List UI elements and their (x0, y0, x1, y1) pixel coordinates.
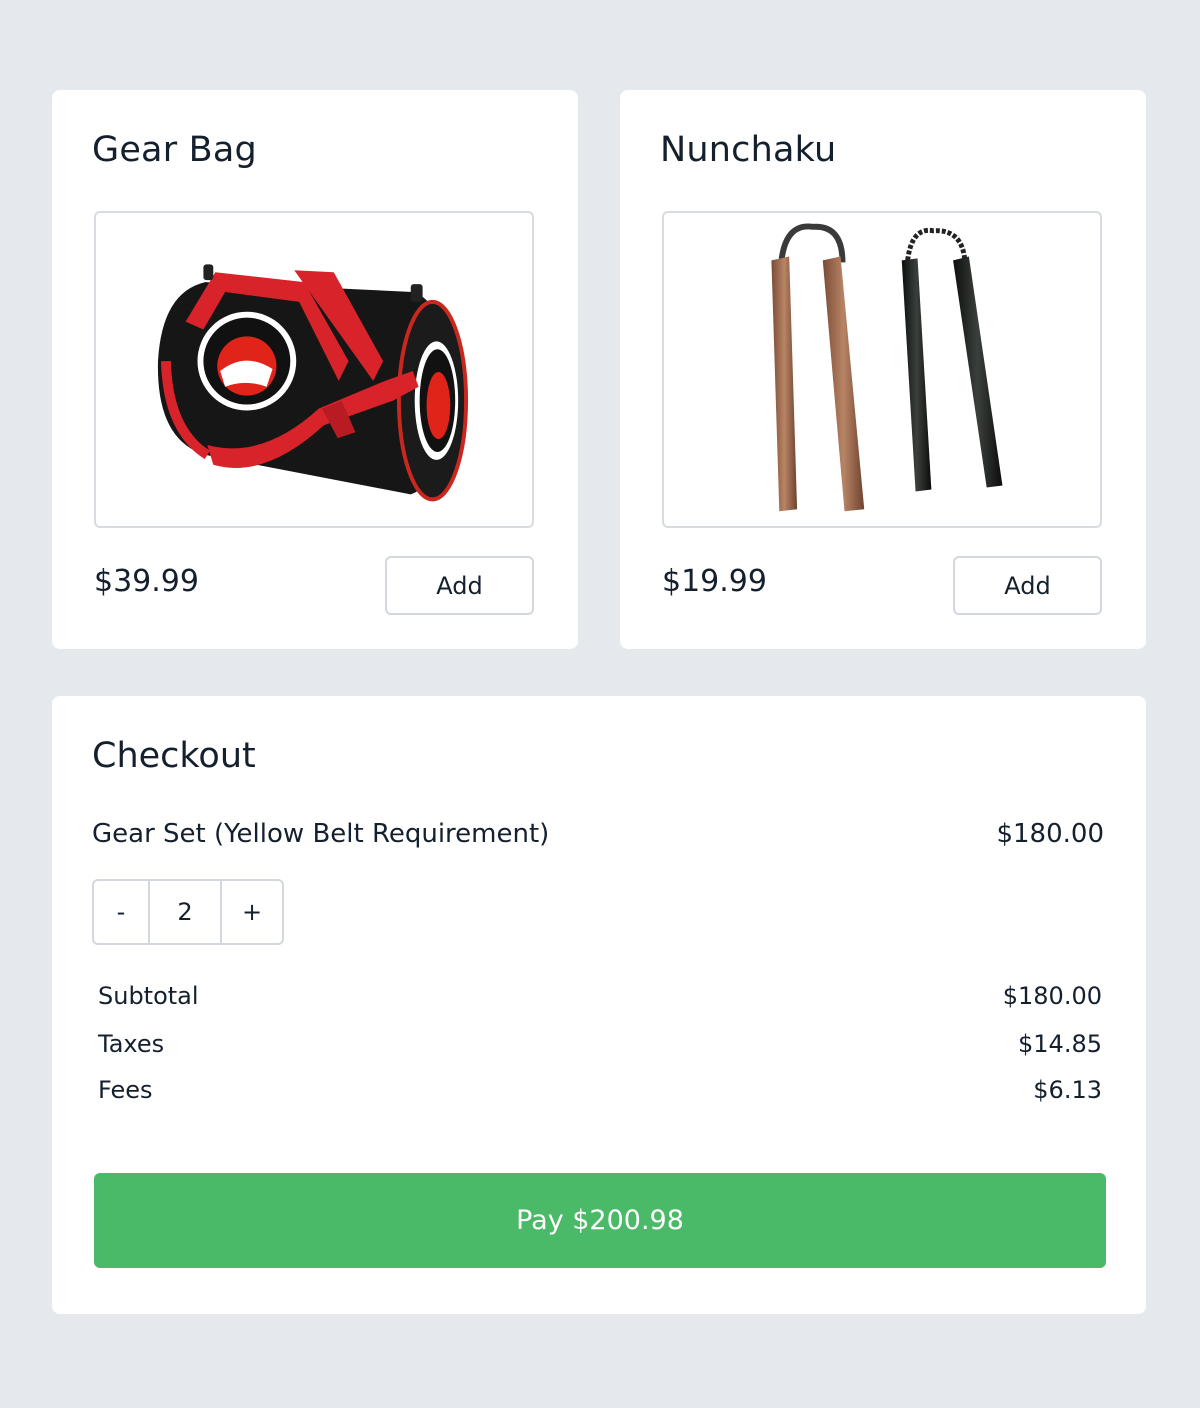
checkout-card: Checkout Gear Set (Yellow Belt Requireme… (52, 696, 1146, 1314)
line-item-name: Gear Set (Yellow Belt Requirement) (92, 819, 550, 849)
product-title: Gear Bag (92, 130, 257, 170)
fees-label: Fees (98, 1076, 153, 1104)
fees-value: $6.13 (1033, 1076, 1102, 1104)
quantity-stepper: - + (92, 879, 284, 945)
decrease-quantity-button[interactable]: - (94, 881, 150, 943)
product-title: Nunchaku (660, 130, 837, 170)
pay-button[interactable]: Pay $200.98 (94, 1173, 1106, 1268)
increase-quantity-button[interactable]: + (222, 881, 282, 943)
subtotal-value: $180.00 (1002, 982, 1102, 1010)
subtotal-label: Subtotal (98, 982, 199, 1010)
gear-bag-illustration (157, 264, 469, 502)
quantity-input[interactable] (150, 881, 222, 943)
add-nunchaku-button[interactable]: Add (953, 556, 1102, 615)
product-price: $19.99 (662, 564, 767, 599)
nunchaku-image (662, 211, 1102, 528)
nunchaku-illustration (771, 223, 1003, 512)
taxes-value: $14.85 (1018, 1030, 1102, 1058)
add-gear-bag-button[interactable]: Add (385, 556, 534, 615)
line-item-price: $180.00 (996, 819, 1104, 849)
product-price: $39.99 (94, 564, 199, 599)
product-card-gear-bag: Gear Bag $39.99 Add (52, 90, 578, 649)
checkout-title: Checkout (92, 736, 256, 776)
product-card-nunchaku: Nunchaku $19.99 Add (620, 90, 1146, 649)
gear-bag-image (94, 211, 534, 528)
taxes-label: Taxes (98, 1030, 165, 1058)
